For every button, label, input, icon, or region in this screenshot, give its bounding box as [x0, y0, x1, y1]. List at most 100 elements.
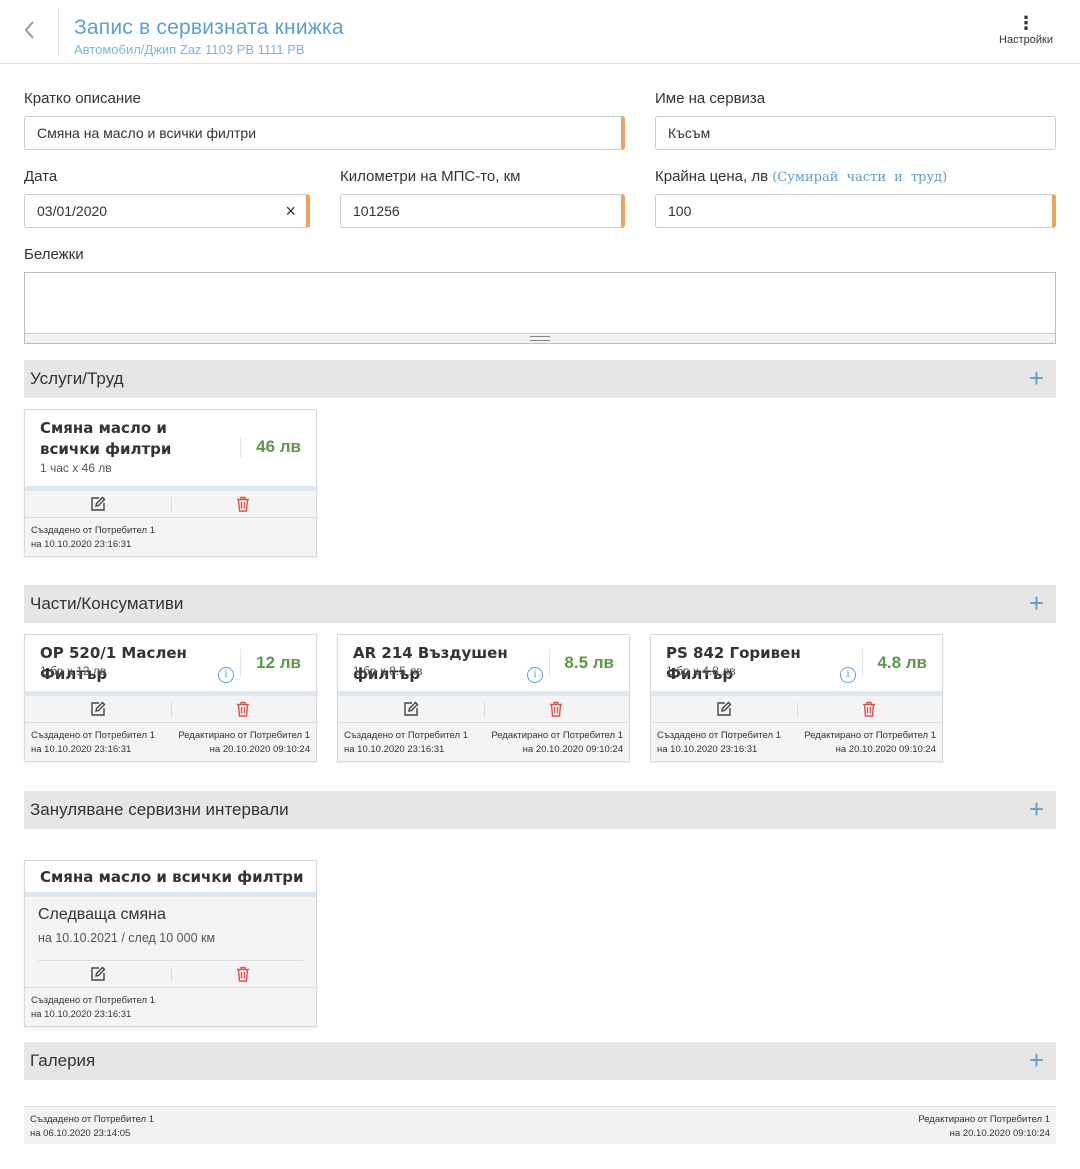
- card-created: Създадено от Потребител 1 на 10.10.2020 …: [344, 729, 468, 757]
- price-label-row: Крайна цена, лв (Сумирай части и труд): [655, 168, 947, 185]
- card-footer: Създадено от Потребител 1 на 10.10.2020 …: [338, 723, 629, 761]
- edited-at: на 20.10.2020 09:10:24: [209, 744, 310, 755]
- parts-section-title: Части/Консумативи: [30, 594, 184, 613]
- top-bar: Запис в сервизната книжка Автомобил/Джип…: [0, 0, 1080, 64]
- card-header: Смяна масло и всички филтри 1 час x 46 л…: [25, 410, 316, 486]
- card-edited: Редактирано от Потребител 1 на 20.10.202…: [178, 729, 310, 757]
- card-edited: Редактирано от Потребител 1 на 20.10.202…: [804, 729, 936, 757]
- edit-icon: [91, 496, 106, 511]
- next-change-label: Следваща смяна: [38, 906, 166, 923]
- edit-button[interactable]: [25, 961, 171, 988]
- delete-button[interactable]: [797, 696, 943, 723]
- card-divider: [549, 649, 550, 677]
- card-price: 12 лв: [256, 653, 301, 672]
- edit-button[interactable]: [338, 696, 484, 723]
- record-edited: Редактирано от Потребител 1 на 20.10.202…: [918, 1113, 1050, 1141]
- edit-icon: [91, 701, 106, 716]
- info-icon[interactable]: i: [840, 667, 856, 683]
- notes-textarea[interactable]: [24, 272, 1056, 344]
- textarea-resize-bar: [25, 333, 1055, 343]
- resize-handle-icon[interactable]: [530, 336, 550, 341]
- vehicle-subtitle: Автомобил/Джип Zaz 1103 PB 1111 PB: [74, 42, 305, 57]
- notes-label: Бележки: [24, 246, 84, 263]
- price-input[interactable]: 100: [655, 194, 1056, 228]
- edit-icon: [91, 966, 106, 981]
- delete-button[interactable]: [171, 961, 317, 988]
- record-created: Създадено от Потребител 1 на 06.10.2020 …: [30, 1113, 154, 1141]
- card-footer: Създадено от Потребител 1 на 10.10.2020 …: [25, 988, 316, 1026]
- card-divider: [240, 436, 241, 458]
- edited-at: на 20.10.2020 09:10:24: [835, 744, 936, 755]
- back-button[interactable]: [18, 16, 42, 44]
- created-by: Създадено от Потребител 1: [31, 730, 155, 741]
- trash-icon: [863, 701, 876, 717]
- km-input[interactable]: 101256: [340, 194, 625, 228]
- trash-icon: [237, 966, 250, 982]
- reset-interval-body: Следваща смяна на 10.10.2021 / след 10 0…: [25, 897, 316, 961]
- created-by: Създадено от Потребител 1: [30, 1114, 154, 1125]
- part-card: PS 842 Горивен Филтър 1 бр x 4.8 лв i 4.…: [650, 634, 943, 762]
- part-card: AR 214 Въздушен филтър 1 бр x 8.5 лв i 8…: [337, 634, 630, 762]
- add-reset-plus-icon[interactable]: +: [1029, 794, 1044, 824]
- page-title: Запис в сервизната книжка: [74, 16, 344, 39]
- add-gallery-plus-icon[interactable]: +: [1029, 1045, 1044, 1075]
- card-divider: [240, 649, 241, 677]
- created-by: Създадено от Потребител 1: [31, 995, 155, 1006]
- card-title: Смяна масло и всички филтри: [40, 868, 304, 886]
- add-part-plus-icon[interactable]: +: [1029, 588, 1044, 618]
- trash-icon: [237, 701, 250, 717]
- info-icon[interactable]: i: [527, 667, 543, 683]
- service-name-input[interactable]: Късъм: [655, 116, 1056, 150]
- card-detail: 1 бр x 12 лв: [40, 664, 107, 678]
- card-created: Създадено от Потребител 1 на 10.10.2020 …: [31, 524, 155, 552]
- record-meta: Създадено от Потребител 1 на 06.10.2020 …: [24, 1106, 1056, 1144]
- date-label: Дата: [24, 168, 58, 185]
- info-icon[interactable]: i: [218, 667, 234, 683]
- sum-parts-labor-link[interactable]: (Сумирай части и труд): [772, 170, 947, 185]
- reset-intervals-section-header: Зануляване сервизни интервали +: [24, 791, 1056, 829]
- edit-button[interactable]: [25, 696, 171, 723]
- clear-date-icon[interactable]: ×: [285, 195, 296, 227]
- parts-section-header: Части/Консумативи +: [24, 585, 1056, 623]
- delete-button[interactable]: [171, 696, 317, 723]
- edited-by: Редактирано от Потребител 1: [491, 730, 623, 741]
- created-at: на 10.10.2020 23:16:31: [31, 539, 132, 550]
- card-header: PS 842 Горивен Филтър 1 бр x 4.8 лв i 4.…: [651, 635, 942, 691]
- card-header: AR 214 Въздушен филтър 1 бр x 8.5 лв i 8…: [338, 635, 629, 691]
- card-actions: [651, 696, 942, 723]
- chevron-left-icon: [24, 21, 34, 39]
- service-name-label: Име на сервиза: [655, 90, 766, 107]
- edit-icon: [717, 701, 732, 716]
- add-labor-plus-icon[interactable]: +: [1029, 363, 1044, 393]
- edit-button[interactable]: [25, 491, 171, 518]
- date-input[interactable]: 03/01/2020 ×: [24, 194, 310, 228]
- card-edited: Редактирано от Потребител 1 на 20.10.202…: [491, 729, 623, 757]
- short-description-label: Кратко описание: [24, 90, 141, 107]
- edit-button[interactable]: [651, 696, 797, 723]
- delete-button[interactable]: [171, 491, 317, 518]
- card-created: Създадено от Потребител 1 на 10.10.2020 …: [31, 729, 155, 757]
- card-actions: [338, 696, 629, 723]
- date-value: 03/01/2020: [37, 203, 108, 219]
- km-label: Километри на МПС-то, км: [340, 168, 521, 185]
- delete-button[interactable]: [484, 696, 630, 723]
- gallery-section-header: Галерия +: [24, 1042, 1056, 1080]
- created-by: Създадено от Потребител 1: [657, 730, 781, 741]
- settings-button[interactable]: ⋮ Настройки: [996, 14, 1056, 46]
- next-change-detail: на 10.10.2021 / след 10 000 км: [38, 931, 216, 945]
- part-card: OP 520/1 Маслен Филтър 1 бр x 12 лв i 12…: [24, 634, 317, 762]
- card-detail: 1 час x 46 лв: [40, 461, 112, 475]
- card-footer: Създадено от Потребител 1 на 10.10.2020 …: [25, 518, 316, 556]
- edit-icon: [404, 701, 419, 716]
- price-label: Крайна цена, лв: [655, 168, 769, 185]
- created-at: на 10.10.2020 23:16:31: [31, 744, 132, 755]
- created-at: на 10.10.2020 23:16:31: [657, 744, 758, 755]
- labor-card: Смяна масло и всички филтри 1 час x 46 л…: [24, 409, 317, 557]
- short-description-input[interactable]: Смяна на масло и всички филтри: [24, 116, 625, 150]
- labor-section-title: Услуги/Труд: [30, 369, 124, 388]
- edited-by: Редактирано от Потребител 1: [918, 1114, 1050, 1125]
- trash-icon: [237, 496, 250, 512]
- card-price: 4.8 лв: [877, 653, 927, 672]
- edited-by: Редактирано от Потребител 1: [178, 730, 310, 741]
- card-detail: 1 бр x 4.8 лв: [666, 664, 736, 678]
